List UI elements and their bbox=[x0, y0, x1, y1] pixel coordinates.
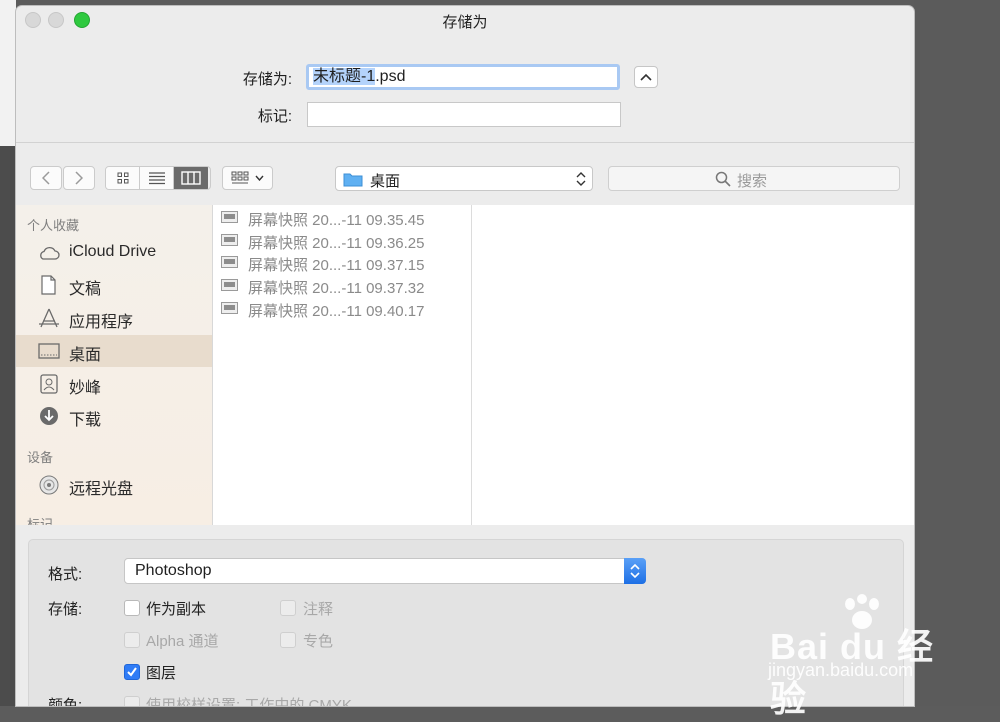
layers-checkbox[interactable] bbox=[124, 664, 140, 680]
icon-view-button[interactable] bbox=[106, 167, 140, 189]
watermark-url: jingyan.baidu.com bbox=[768, 660, 914, 680]
collapse-dialog-button[interactable] bbox=[634, 66, 658, 88]
file-name: 屏幕快照 20...-11 09.35.45 bbox=[248, 212, 425, 229]
checkmark-icon bbox=[127, 667, 137, 677]
location-label: 桌面 bbox=[370, 173, 401, 190]
format-label: 格式: bbox=[48, 566, 83, 583]
filename-selected-text: 未标题-1 bbox=[313, 68, 376, 85]
folder-icon bbox=[343, 173, 363, 187]
location-popup[interactable]: 桌面 bbox=[335, 166, 593, 191]
sidebar-item-applications[interactable]: 应用程序 bbox=[16, 302, 212, 334]
disc-icon bbox=[39, 475, 59, 495]
column-view-button[interactable] bbox=[174, 167, 208, 189]
sidebar-item-label: 应用程序 bbox=[69, 314, 134, 331]
sidebar-item-label: iCloud Drive bbox=[69, 243, 157, 260]
layers-label: 图层 bbox=[146, 665, 177, 682]
devices-header: 设备 bbox=[27, 450, 54, 465]
baidu-watermark: Bai du 经验 jingyan.baidu.com bbox=[762, 594, 962, 719]
title-bar: 存储为 bbox=[16, 6, 914, 34]
chevron-up-icon bbox=[640, 73, 652, 81]
file-name: 屏幕快照 20...-11 09.36.25 bbox=[248, 235, 425, 252]
divider bbox=[16, 142, 914, 143]
image-file-icon bbox=[221, 211, 238, 223]
image-file-icon bbox=[221, 302, 238, 314]
file-row[interactable]: 屏幕快照 20...-11 09.37.32 bbox=[213, 274, 471, 297]
download-icon bbox=[40, 407, 58, 425]
file-row[interactable]: 屏幕快照 20...-11 09.40.17 bbox=[213, 297, 471, 320]
annotations-label: 注释 bbox=[303, 601, 334, 618]
sidebar-item-home[interactable]: 妙峰 bbox=[16, 368, 212, 400]
tags-header: 标记 bbox=[27, 517, 54, 525]
up-down-arrows-icon bbox=[576, 172, 586, 186]
favorites-header: 个人收藏 bbox=[27, 218, 80, 233]
sidebar-item-downloads[interactable]: 下载 bbox=[16, 400, 212, 432]
document-icon bbox=[41, 275, 56, 295]
spot-colors-label: 专色 bbox=[303, 633, 334, 650]
home-icon bbox=[40, 374, 58, 394]
column-view-icon bbox=[181, 171, 201, 185]
sidebar-item-label: 下载 bbox=[69, 412, 102, 429]
sidebar-item-label: 文稿 bbox=[69, 281, 102, 298]
format-popup[interactable]: Photoshop bbox=[124, 558, 646, 584]
window-title: 存储为 bbox=[442, 14, 488, 31]
preview-column bbox=[472, 205, 914, 525]
file-name: 屏幕快照 20...-11 09.40.17 bbox=[248, 303, 425, 320]
chevron-right-icon bbox=[75, 171, 83, 185]
applications-icon bbox=[39, 308, 59, 328]
search-icon bbox=[715, 171, 731, 187]
list-view-button[interactable] bbox=[140, 167, 174, 189]
as-copy-checkbox[interactable] bbox=[124, 600, 140, 616]
cloud-icon bbox=[40, 247, 60, 260]
proof-setup-checkbox[interactable] bbox=[124, 696, 140, 706]
sidebar-item-label: 桌面 bbox=[69, 347, 102, 364]
forward-button[interactable] bbox=[63, 166, 95, 190]
filename-extension: .psd bbox=[375, 68, 406, 85]
desktop-icon bbox=[38, 343, 60, 359]
arrange-button[interactable] bbox=[222, 166, 273, 190]
file-name: 屏幕快照 20...-11 09.37.15 bbox=[248, 257, 425, 274]
sidebar: 个人收藏 iCloud Drive 文稿 应用程序 桌面 妙峰 下载 设备 远程… bbox=[16, 205, 213, 525]
background-left-top bbox=[0, 0, 16, 146]
list-view-icon bbox=[148, 172, 165, 185]
tags-label: 标记: bbox=[257, 108, 292, 125]
proof-setup-label: 使用校样设置: 工作中的 CMYK bbox=[146, 697, 352, 706]
save-options-label: 存储: bbox=[48, 601, 83, 618]
sidebar-item-remote-disc[interactable]: 远程光盘 bbox=[16, 469, 212, 501]
as-copy-label: 作为副本 bbox=[146, 601, 207, 618]
file-column: 屏幕快照 20...-11 09.35.45 屏幕快照 20...-11 09.… bbox=[213, 205, 472, 525]
alpha-channels-label: Alpha 通道 bbox=[146, 633, 219, 650]
sidebar-item-label: 远程光盘 bbox=[69, 481, 134, 498]
sidebar-item-documents[interactable]: 文稿 bbox=[16, 269, 212, 301]
format-value: Photoshop bbox=[135, 562, 212, 579]
chevron-left-icon bbox=[42, 171, 50, 185]
search-field[interactable]: 搜索 bbox=[608, 166, 900, 191]
up-down-arrows-icon bbox=[630, 563, 640, 579]
spot-colors-checkbox[interactable] bbox=[280, 632, 296, 648]
back-button[interactable] bbox=[30, 166, 62, 190]
sidebar-item-icloud-drive[interactable]: iCloud Drive bbox=[16, 237, 212, 269]
image-file-icon bbox=[221, 279, 238, 291]
background-left bbox=[0, 146, 16, 706]
alpha-channels-checkbox[interactable] bbox=[124, 632, 140, 648]
annotations-checkbox[interactable] bbox=[280, 600, 296, 616]
image-file-icon bbox=[221, 234, 238, 246]
image-file-icon bbox=[221, 256, 238, 268]
search-placeholder: 搜索 bbox=[737, 173, 768, 190]
filename-input[interactable]: 未标题-1.psd bbox=[306, 64, 620, 90]
color-label: 颜色: bbox=[48, 697, 83, 706]
file-row[interactable]: 屏幕快照 20...-11 09.37.15 bbox=[213, 251, 471, 274]
icon-view-icon bbox=[117, 172, 128, 184]
file-row[interactable]: 屏幕快照 20...-11 09.36.25 bbox=[213, 229, 471, 252]
sidebar-item-label: 妙峰 bbox=[69, 380, 102, 397]
view-mode-segmented bbox=[105, 166, 211, 190]
tags-input[interactable] bbox=[307, 102, 621, 127]
chevron-down-icon bbox=[255, 175, 264, 181]
save-as-label: 存储为: bbox=[242, 71, 292, 88]
file-name: 屏幕快照 20...-11 09.37.32 bbox=[248, 280, 425, 297]
sidebar-item-desktop[interactable]: 桌面 bbox=[16, 335, 212, 367]
group-icon bbox=[231, 171, 249, 184]
popup-arrows bbox=[624, 558, 646, 584]
file-row[interactable]: 屏幕快照 20...-11 09.35.45 bbox=[213, 206, 471, 229]
